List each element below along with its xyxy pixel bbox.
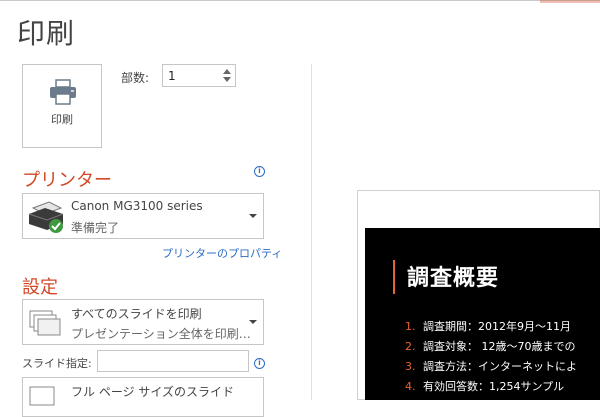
slide-title: 調査概要 <box>407 266 500 291</box>
slide-spec-input[interactable] <box>97 350 249 372</box>
slide-spec-info-icon[interactable]: i <box>254 358 265 369</box>
stepper-down-icon[interactable] <box>223 77 231 82</box>
slide-spec-label: スライド指定: <box>22 357 92 370</box>
slides-stack-icon <box>29 310 61 336</box>
printer-info-icon[interactable]: i <box>254 166 265 177</box>
accent-decoration <box>540 0 600 3</box>
printer-properties-link[interactable]: プリンターのプロパティ <box>162 245 282 261</box>
printer-ready-icon <box>28 201 64 233</box>
copies-stepper[interactable]: 1 <box>162 64 236 87</box>
printer-dropdown[interactable]: Canon MG3100 series 準備完了 <box>22 193 264 239</box>
printer-name: Canon MG3100 series <box>71 199 203 213</box>
settings-section-title: 設定 <box>22 277 58 298</box>
stepper-up-icon[interactable] <box>223 69 231 74</box>
chevron-down-icon <box>249 214 257 218</box>
printer-icon <box>50 79 76 105</box>
panel-separator <box>311 64 312 400</box>
print-button[interactable]: 印刷 <box>22 64 102 148</box>
chevron-down-icon <box>249 320 257 324</box>
printer-section-title: プリンター <box>22 170 112 191</box>
window-top-border <box>0 0 600 1</box>
layout-dropdown[interactable]: フル ページ サイズのスライド <box>22 377 264 417</box>
slide-item: 2. 調査対象： 12歳～70歳までの <box>405 340 576 353</box>
slide-item: 3. 調査方法：インターネットによ <box>405 360 577 373</box>
print-range-label: すべてのスライドを印刷 <box>71 307 202 321</box>
copies-value[interactable]: 1 <box>168 69 176 83</box>
slide-item: 4. 有効回答数：1,254サンプル <box>405 380 565 393</box>
page-title: 印刷 <box>17 17 76 50</box>
layout-label: フル ページ サイズのスライド <box>71 385 235 399</box>
full-page-slide-icon <box>29 386 55 406</box>
copies-label: 部数: <box>121 71 150 85</box>
printer-status: 準備完了 <box>71 221 120 235</box>
preview-slide: 調査概要 1. 調査期間：2012年9月～11月 2. 調査対象： 12歳～70歳ま… <box>365 228 600 400</box>
print-button-label: 印刷 <box>51 113 73 126</box>
slide-title-bar <box>393 260 395 294</box>
print-range-dropdown[interactable]: すべてのスライドを印刷 プレゼンテーション全体を印刷… <box>22 299 264 345</box>
slide-item: 1. 調査期間：2012年9月～11月 <box>405 320 571 333</box>
print-range-description: プレゼンテーション全体を印刷… <box>71 327 251 341</box>
